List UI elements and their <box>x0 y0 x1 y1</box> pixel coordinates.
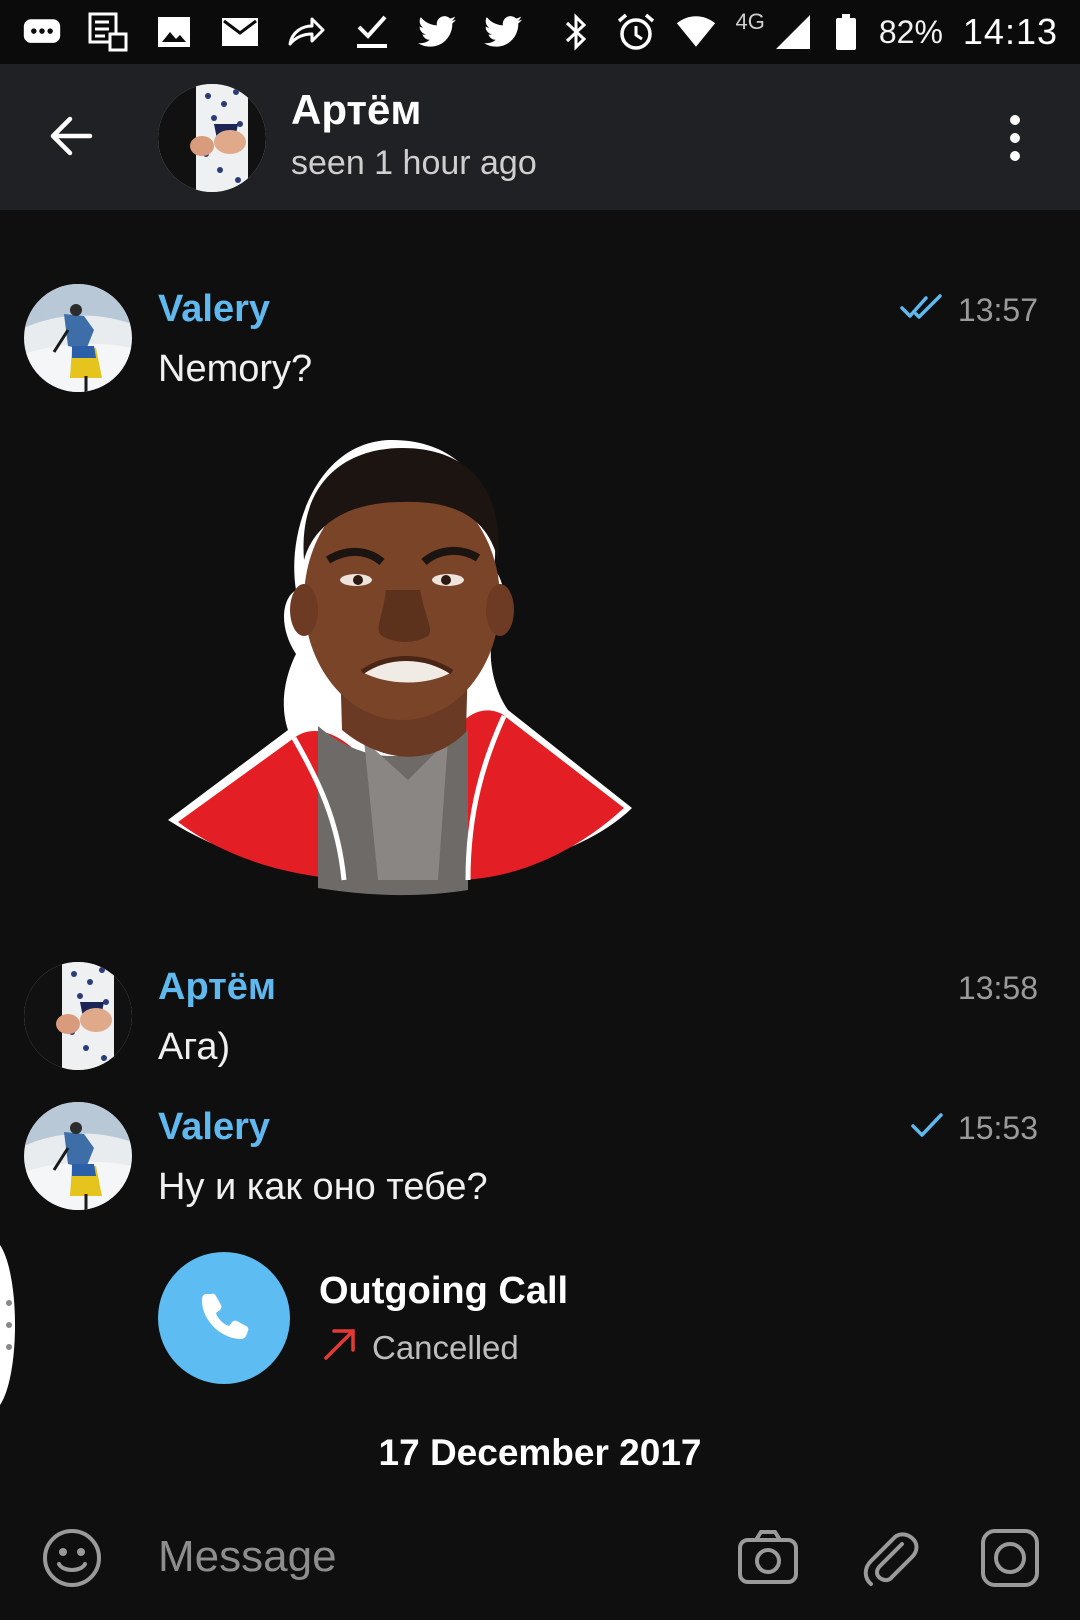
video-message-icon[interactable] <box>978 1526 1042 1590</box>
notification-icons <box>22 12 524 52</box>
outgoing-arrow-icon <box>322 1326 358 1370</box>
message-item[interactable]: Артём Ага) 13:58 <box>0 962 1080 1082</box>
message-time: 13:58 <box>957 970 1038 1006</box>
chat-bubble-icon <box>22 12 62 52</box>
sender-avatar[interactable] <box>24 962 132 1070</box>
sender-avatar[interactable] <box>24 284 132 392</box>
sender-name: Артём <box>158 966 277 1008</box>
twitter-icon <box>418 12 458 52</box>
phone-icon <box>196 1288 252 1349</box>
double-check-icon <box>900 292 944 329</box>
more-vertical-icon[interactable] <box>995 110 1035 166</box>
contact-name: Артём <box>291 86 422 133</box>
message-meta: 13:58 <box>958 970 1038 1007</box>
message-text: Ну и как оно тебе? <box>158 1166 488 1208</box>
system-indicators: 4G 82% 14:13 <box>556 9 1059 53</box>
bluetooth-icon <box>556 12 596 52</box>
sticker-image[interactable] <box>168 440 650 920</box>
download-check-icon <box>352 12 392 52</box>
message-time: 13:57 <box>957 292 1038 328</box>
sender-avatar[interactable] <box>24 1102 132 1210</box>
camera-icon[interactable] <box>736 1526 800 1590</box>
share-arrow-icon <box>286 12 326 52</box>
message-text: Nemory? <box>158 348 313 390</box>
status-bar: 4G 82% 14:13 <box>0 0 1080 64</box>
message-item[interactable]: Valery Nemory? 13:57 <box>0 284 1080 404</box>
battery-percent: 82% <box>878 13 943 50</box>
image-icon <box>154 12 194 52</box>
call-button[interactable] <box>158 1252 290 1384</box>
battery-icon <box>833 12 859 52</box>
arrow-left-icon[interactable] <box>44 108 100 164</box>
edge-handle <box>0 1245 22 1405</box>
wifi-icon <box>676 12 716 52</box>
message-text: Ага) <box>158 1026 231 1068</box>
last-seen-status: seen 1 hour ago <box>291 144 537 182</box>
checklist-icon <box>88 12 128 52</box>
paperclip-icon[interactable] <box>858 1524 922 1588</box>
chat-header: Артём seen 1 hour ago <box>0 64 1080 210</box>
mail-icon <box>220 12 260 52</box>
smiley-icon[interactable] <box>40 1526 104 1590</box>
call-status-text: Cancelled <box>372 1329 519 1366</box>
message-meta: 15:53 <box>910 1110 1038 1147</box>
alarm-icon <box>616 12 656 52</box>
twitter-icon <box>484 12 524 52</box>
sender-name: Valery <box>158 1106 270 1148</box>
message-input[interactable]: Message <box>158 1532 337 1582</box>
call-status: Cancelled <box>322 1326 519 1370</box>
signal-icon <box>773 12 813 52</box>
sender-name: Valery <box>158 288 270 330</box>
message-input-bar: Message <box>0 1504 1080 1620</box>
network-type: 4G <box>735 9 765 34</box>
date-separator: 17 December 2017 <box>378 1432 702 1473</box>
message-time: 15:53 <box>957 1110 1038 1146</box>
clock: 14:13 <box>962 11 1058 52</box>
contact-avatar[interactable] <box>158 84 266 192</box>
message-meta: 13:57 <box>900 292 1038 329</box>
call-title: Outgoing Call <box>319 1270 569 1312</box>
message-item[interactable]: Valery Ну и как оно тебе? 15:53 <box>0 1102 1080 1222</box>
single-check-icon <box>910 1110 944 1147</box>
